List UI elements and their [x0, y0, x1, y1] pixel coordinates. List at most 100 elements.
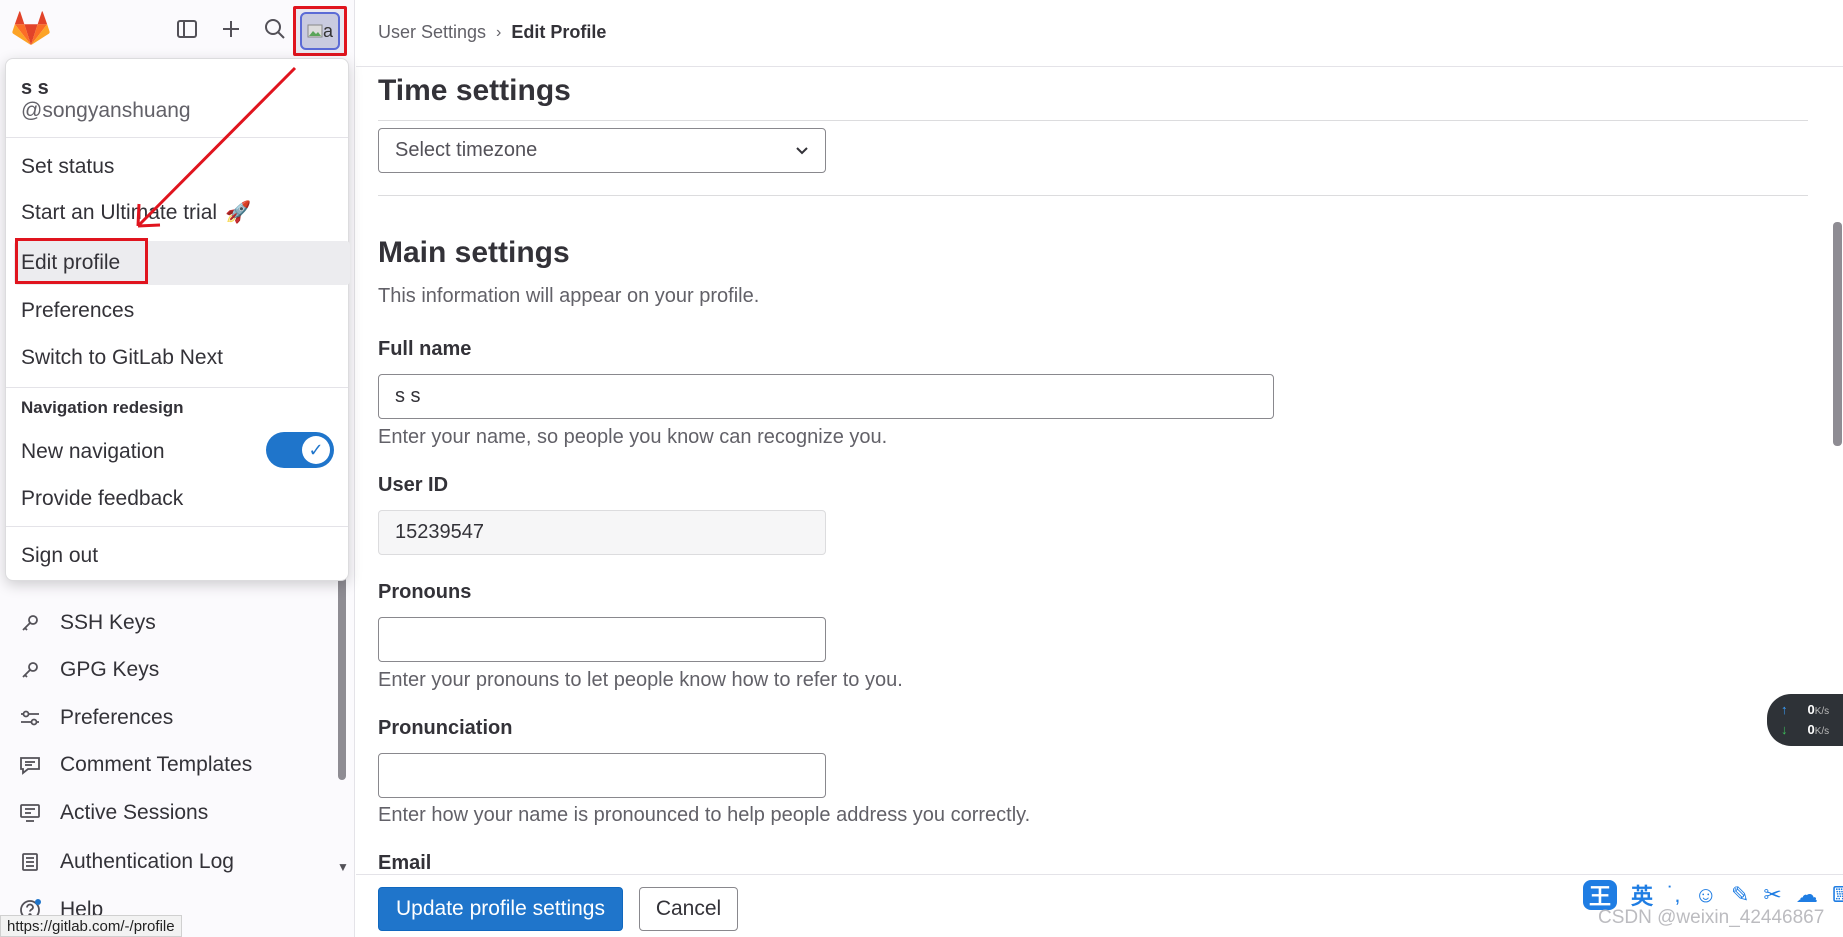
- scroll-down-icon[interactable]: ▼: [337, 860, 349, 874]
- main-scrollbar[interactable]: [1833, 222, 1842, 446]
- smiley-icon[interactable]: ☺: [1694, 882, 1716, 908]
- pronunciation-help: Enter how your name is pronounced to hel…: [378, 804, 1031, 826]
- browser-status-url: https://gitlab.com/-/profile: [0, 915, 182, 937]
- sidebar-item-label: Authentication Log: [60, 850, 234, 873]
- full-name-input[interactable]: s s: [378, 374, 1274, 419]
- sliders-icon: [18, 706, 42, 730]
- menu-item-label: Switch to GitLab Next: [21, 346, 223, 369]
- full-name-label: Full name: [378, 338, 472, 360]
- upload-arrow-icon: ↑: [1781, 702, 1788, 717]
- menu-item-provide-feedback[interactable]: Provide feedback: [21, 487, 183, 511]
- menu-item-label: Start an Ultimate trial: [21, 201, 218, 224]
- avatar-alt-text: a: [322, 20, 333, 41]
- user-menu-dropdown: s s @songyanshuang Set status Start an U…: [5, 58, 350, 581]
- log-icon: [18, 850, 42, 874]
- divider: [378, 195, 1808, 196]
- ime-toolbar: 王 英 ˙, ☺ ✎ ✂ ☁ ⌨: [1583, 880, 1843, 910]
- keyboard-icon[interactable]: ⌨: [1832, 882, 1843, 908]
- sidebar-item-label: Active Sessions: [60, 801, 209, 824]
- sidebar-item-preferences[interactable]: Preferences: [18, 698, 173, 738]
- sidebar-item-label: Preferences: [60, 706, 174, 729]
- user-avatar-button[interactable]: a: [293, 6, 347, 56]
- sidebar-item-authentication-log[interactable]: Authentication Log: [18, 842, 234, 882]
- user-menu-name[interactable]: s s: [21, 77, 49, 100]
- sidebar-item-label: Comment Templates: [60, 753, 253, 776]
- gitlab-logo-icon[interactable]: [12, 10, 50, 48]
- user-id-field[interactable]: 15239547: [378, 510, 826, 555]
- menu-item-label: New navigation: [21, 440, 165, 463]
- cloud-icon[interactable]: ☁: [1796, 882, 1818, 908]
- annotation-highlight-box: [15, 238, 148, 284]
- divider: [356, 66, 1843, 67]
- divider: [6, 526, 348, 527]
- chevron-down-icon: [795, 139, 809, 162]
- update-profile-button[interactable]: Update profile settings: [378, 887, 623, 931]
- main-content: User Settings › Edit Profile Time settin…: [356, 0, 1843, 937]
- user-menu-handle[interactable]: @songyanshuang: [21, 99, 191, 123]
- speed-unit: K/s: [1814, 706, 1830, 717]
- key-icon: [18, 611, 42, 635]
- menu-item-label: Sign out: [21, 544, 99, 567]
- main-settings-description: This information will appear on your pro…: [378, 285, 760, 307]
- pronunciation-label: Pronunciation: [378, 717, 513, 739]
- menu-item-label: Preferences: [21, 299, 135, 322]
- menu-item-switch-gitlab-next[interactable]: Switch to GitLab Next: [21, 346, 223, 370]
- pronouns-label: Pronouns: [378, 581, 472, 603]
- sidebar-scrollbar[interactable]: [338, 560, 346, 780]
- ime-logo-icon[interactable]: 王: [1583, 880, 1617, 910]
- timezone-select[interactable]: Select timezone: [378, 128, 826, 173]
- breadcrumb: User Settings › Edit Profile: [378, 22, 606, 43]
- timezone-placeholder: Select timezone: [395, 139, 538, 161]
- menu-item-ultimate-trial[interactable]: Start an Ultimate trial 🚀: [21, 201, 251, 225]
- sidebar-item-label: SSH Keys: [60, 611, 156, 634]
- avatar: a: [300, 12, 340, 50]
- main-settings-title: Main settings: [378, 236, 570, 269]
- email-label: Email: [378, 852, 432, 874]
- sidebar-item-label: GPG Keys: [60, 658, 160, 681]
- section-heading-navigation-redesign: Navigation redesign: [21, 398, 184, 417]
- ime-punctuation-icon[interactable]: ˙,: [1667, 882, 1680, 908]
- menu-item-sign-out[interactable]: Sign out: [21, 544, 98, 568]
- sidebar-item-ssh-keys[interactable]: SSH Keys: [18, 603, 156, 643]
- breadcrumb-parent[interactable]: User Settings: [378, 22, 486, 43]
- download-speed: 0: [1807, 722, 1815, 737]
- menu-item-new-navigation[interactable]: New navigation: [21, 440, 165, 464]
- breadcrumb-current[interactable]: Edit Profile: [511, 22, 606, 43]
- pronunciation-input[interactable]: [378, 753, 826, 798]
- sidebar-item-gpg-keys[interactable]: GPG Keys: [18, 650, 159, 690]
- divider: [378, 120, 1808, 121]
- new-navigation-toggle[interactable]: ✓: [266, 432, 334, 468]
- download-arrow-icon: ↓: [1781, 722, 1788, 737]
- user-id-label: User ID: [378, 474, 449, 496]
- divider: [356, 874, 1843, 875]
- full-name-help: Enter your name, so people you know can …: [378, 426, 888, 448]
- pronouns-help: Enter your pronouns to let people know h…: [378, 669, 903, 691]
- menu-item-label: Set status: [21, 155, 115, 178]
- menu-item-label: Provide feedback: [21, 487, 184, 510]
- speed-unit: K/s: [1814, 726, 1830, 737]
- menu-item-preferences[interactable]: Preferences: [21, 299, 134, 323]
- sidebar-toggle-icon[interactable]: [172, 14, 202, 44]
- rocket-icon: 🚀: [225, 201, 252, 224]
- plus-icon[interactable]: [216, 14, 246, 44]
- menu-item-set-status[interactable]: Set status: [21, 155, 114, 179]
- search-icon[interactable]: [260, 14, 290, 44]
- time-settings-title: Time settings: [378, 74, 571, 107]
- scissors-icon[interactable]: ✂: [1763, 882, 1781, 908]
- cancel-button[interactable]: Cancel: [639, 887, 738, 931]
- chevron-right-icon: ›: [496, 23, 502, 41]
- sidebar-item-active-sessions[interactable]: Active Sessions: [18, 793, 208, 833]
- network-speed-widget[interactable]: ↑ 0K/s ↓ 0K/s: [1767, 694, 1843, 746]
- divider: [6, 137, 348, 138]
- sidebar-item-comment-templates[interactable]: Comment Templates: [18, 745, 252, 785]
- divider: [6, 387, 348, 388]
- upload-speed: 0: [1807, 702, 1815, 717]
- watermark: CSDN @weixin_42446867: [1598, 907, 1825, 928]
- key-icon: [18, 658, 42, 682]
- comment-icon: [18, 753, 42, 777]
- sidebar-topbar: a: [0, 0, 355, 58]
- pronouns-input[interactable]: [378, 617, 826, 662]
- monitor-icon: [18, 801, 42, 825]
- checkmark-icon: ✓: [302, 436, 330, 464]
- pen-icon[interactable]: ✎: [1731, 882, 1749, 908]
